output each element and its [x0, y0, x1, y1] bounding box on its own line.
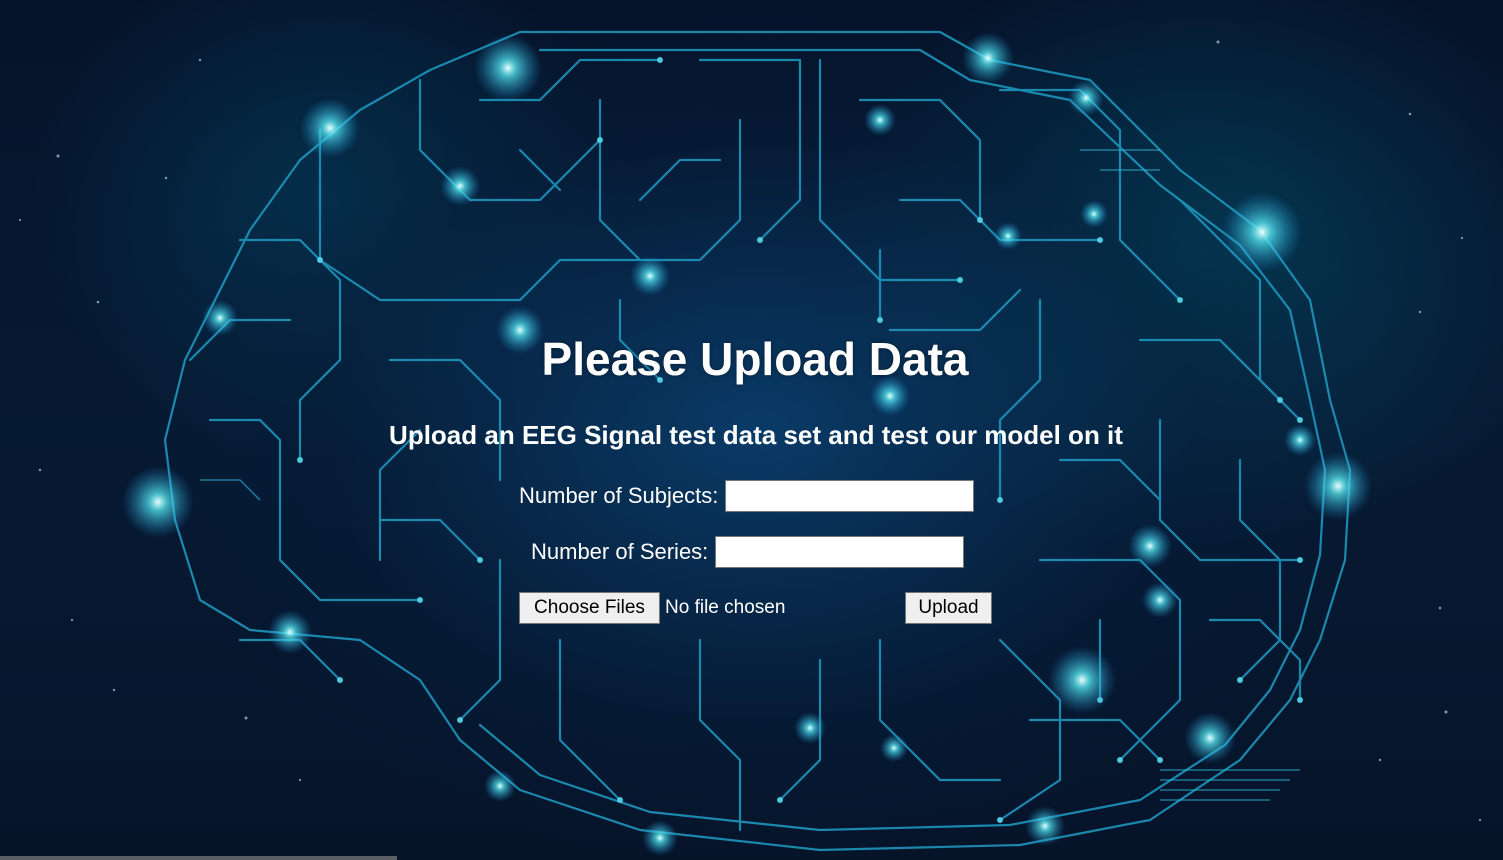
upload-button[interactable]: Upload — [905, 592, 992, 624]
page-subtitle: Upload an EEG Signal test data set and t… — [389, 420, 1123, 450]
subjects-input[interactable] — [725, 480, 975, 512]
choose-files-button[interactable]: Choose Files — [519, 592, 660, 624]
subjects-row: Number of Subjects: — [519, 480, 975, 512]
file-row: Choose Files No file chosen — [519, 592, 785, 624]
file-status-text: No file chosen — [665, 597, 786, 618]
horizontal-scrollbar[interactable] — [0, 856, 397, 860]
subjects-label: Number of Subjects: — [519, 483, 719, 508]
page: Please Upload Data Upload an EEG Signal … — [0, 0, 1503, 860]
upload-row: Upload — [905, 592, 992, 624]
series-row: Number of Series: — [531, 536, 965, 568]
upload-form-container: Please Upload Data Upload an EEG Signal … — [0, 0, 1503, 860]
page-title: Please Upload Data — [541, 333, 969, 385]
series-label: Number of Series: — [531, 539, 709, 564]
series-input[interactable] — [715, 536, 965, 568]
